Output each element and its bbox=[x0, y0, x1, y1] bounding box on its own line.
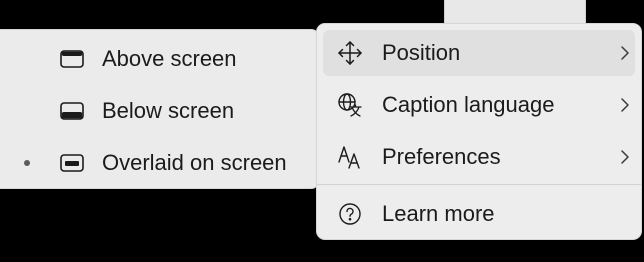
menu-item-label: Position bbox=[382, 40, 461, 65]
captions-menu: Position Caption language Preferences Le… bbox=[316, 23, 642, 240]
help-circle-icon bbox=[337, 201, 363, 227]
submenu-item-label: Overlaid on screen bbox=[102, 150, 287, 175]
panel-bottom-icon bbox=[60, 100, 84, 122]
selected-bullet-icon bbox=[24, 160, 30, 166]
screen: Above screen Below screen Overlaid on sc… bbox=[0, 0, 644, 262]
menu-item-caption-language[interactable]: Caption language bbox=[323, 82, 635, 128]
panel-top-icon bbox=[60, 48, 84, 70]
submenu-item-below-screen[interactable]: Below screen bbox=[0, 87, 318, 135]
chevron-right-icon bbox=[615, 43, 635, 63]
menu-item-label: Preferences bbox=[382, 144, 501, 169]
panel-overlay-icon bbox=[60, 152, 84, 174]
menu-item-learn-more[interactable]: Learn more bbox=[323, 191, 635, 237]
menu-item-label: Caption language bbox=[382, 92, 555, 117]
globe-translate-icon bbox=[337, 92, 363, 118]
submenu-item-overlaid-on-screen[interactable]: Overlaid on screen bbox=[0, 139, 318, 187]
menu-item-preferences[interactable]: Preferences bbox=[323, 134, 635, 180]
text-size-icon bbox=[337, 144, 363, 170]
chevron-right-icon bbox=[615, 147, 635, 167]
submenu-item-label: Below screen bbox=[102, 98, 235, 123]
position-submenu: Above screen Below screen Overlaid on sc… bbox=[0, 29, 320, 189]
move-arrows-icon bbox=[337, 40, 363, 66]
menu-item-label: Learn more bbox=[382, 201, 495, 226]
chevron-right-icon bbox=[615, 95, 635, 115]
menu-divider bbox=[317, 184, 641, 185]
menu-item-position[interactable]: Position bbox=[323, 30, 635, 76]
submenu-item-label: Above screen bbox=[102, 46, 237, 71]
submenu-item-above-screen[interactable]: Above screen bbox=[0, 35, 318, 83]
